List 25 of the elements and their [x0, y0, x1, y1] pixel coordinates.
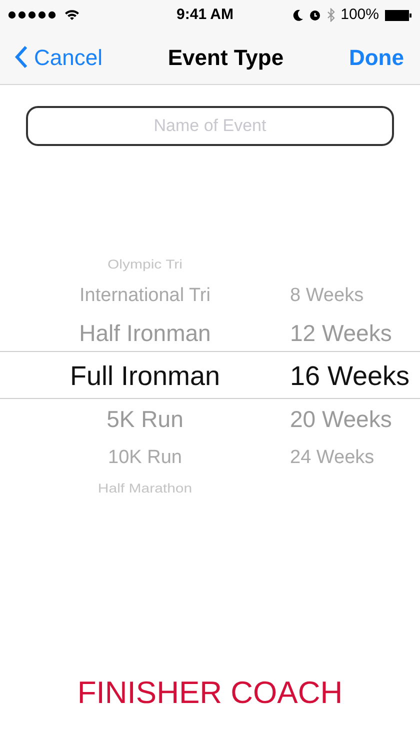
event-name-field[interactable]: Name of Event [26, 106, 394, 146]
picker-option[interactable]: Half Marathon [98, 482, 192, 494]
picker-option[interactable]: 16 Weeks [290, 362, 410, 390]
picker-option[interactable]: 10K Run [108, 448, 182, 466]
picker-option[interactable]: 5K Run [106, 408, 184, 430]
picker-option[interactable]: 24 Weeks [290, 448, 374, 466]
picker-option[interactable]: 12 Weeks [290, 322, 392, 344]
moon-icon [292, 9, 303, 21]
battery-percent: 100% [340, 4, 379, 25]
picker-option[interactable]: 20 Weeks [290, 408, 392, 430]
bluetooth-icon [326, 8, 335, 22]
status-time: 9:41 AM [176, 4, 234, 25]
picker-option[interactable]: Full Ironman [70, 362, 220, 390]
done-button[interactable]: Done [348, 40, 406, 74]
nav-title: Event Type [168, 44, 284, 72]
alarm-clock-icon [308, 9, 321, 21]
wifi-icon [64, 9, 80, 21]
battery-icon [385, 10, 412, 20]
picker-option[interactable]: 8 Weeks [290, 286, 364, 304]
picker-option[interactable]: International Tri [80, 286, 210, 304]
brand-name: FINISHER COACH [77, 674, 343, 712]
picker-option[interactable]: Olympic Tri [108, 258, 182, 270]
cancel-button[interactable]: Cancel [14, 40, 102, 74]
picker-option[interactable]: Half Ironman [79, 322, 211, 344]
back-chevron-icon [14, 45, 28, 69]
